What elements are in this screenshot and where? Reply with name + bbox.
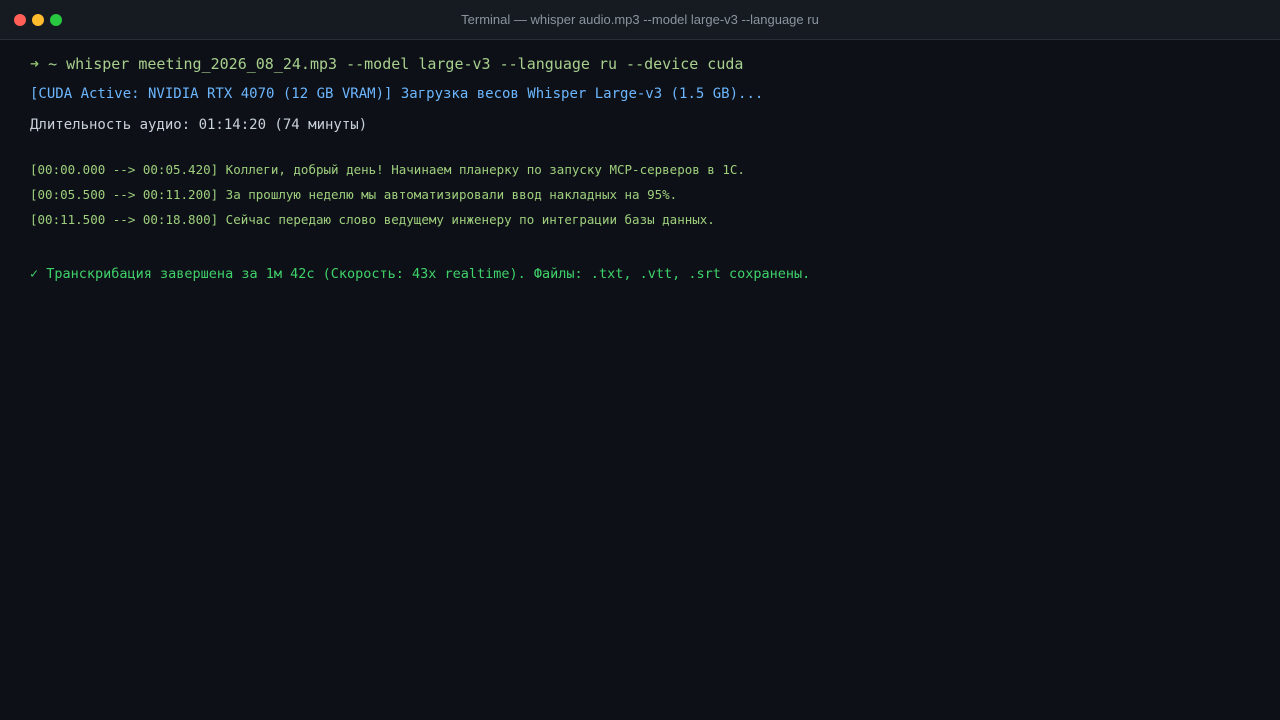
title-bar[interactable]: Terminal — whisper audio.mp3 --model lar… [0, 0, 1280, 40]
terminal-window: Terminal — whisper audio.mp3 --model lar… [0, 0, 1280, 720]
transcript-segment: [00:00.000 --> 00:05.420] Коллеги, добры… [30, 162, 745, 177]
terminal-output[interactable]: ➜ ~ whisper meeting_2026_08_24.mp3 --mod… [30, 40, 1260, 720]
cuda-info-line: [CUDA Active: NVIDIA RTX 4070 (12 GB VRA… [30, 86, 764, 102]
command-line: ➜ ~ whisper meeting_2026_08_24.mp3 --mod… [30, 55, 743, 73]
window-title: Terminal — whisper audio.mp3 --model lar… [461, 12, 819, 27]
prompt-directory: ~ [48, 55, 58, 73]
prompt-arrow-icon: ➜ [30, 55, 40, 73]
command-text: whisper meeting_2026_08_24.mp3 --model l… [66, 55, 744, 73]
audio-duration-line: Длительность аудио: 01:14:20 (74 минуты) [30, 117, 368, 133]
transcript-segment: [00:11.500 --> 00:18.800] Сейчас передаю… [30, 212, 715, 227]
completion-message: ✓ Транскрибация завершена за 1м 42с (Ско… [30, 266, 811, 282]
transcript-segment: [00:05.500 --> 00:11.200] За прошлую нед… [30, 187, 678, 202]
